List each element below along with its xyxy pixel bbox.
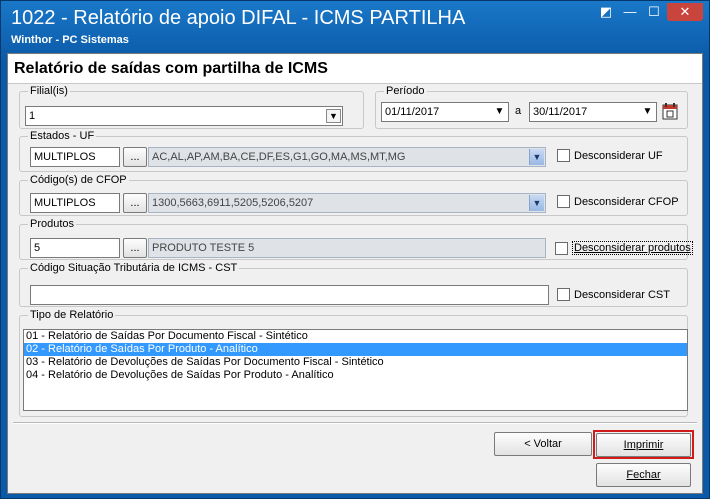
tipo-relatorio-list[interactable]: 01 - Relatório de Saídas Por Documento F… — [23, 329, 688, 411]
cfop-list-value: 1300,5663,6911,5205,5206,5207 — [152, 197, 314, 209]
periodo-legend: Período — [386, 85, 425, 97]
list-item[interactable]: 03 - Relatório de Devoluções de Saídas P… — [24, 356, 687, 369]
desconsiderar-uf-label: Desconsiderar UF — [574, 149, 663, 162]
minimize-icon[interactable]: — — [619, 3, 641, 21]
desconsiderar-cst-checkbox[interactable]: Desconsiderar CST — [557, 288, 670, 301]
filial-select[interactable]: 1 ▼ — [25, 106, 343, 126]
chevron-down-icon[interactable]: ▼ — [492, 104, 507, 120]
periodo-separator: a — [515, 105, 522, 117]
periodo-start-value: 01/11/2017 — [385, 106, 440, 118]
imprimir-label: Imprimir — [623, 439, 664, 451]
chevron-down-icon[interactable]: ▼ — [529, 195, 544, 211]
voltar-button[interactable]: < Voltar — [494, 432, 592, 456]
voltar-label: < Voltar — [524, 438, 562, 450]
filial-legend: Filial(is) — [30, 85, 68, 97]
window-title: 1022 - Relatório de apoio DIFAL - ICMS P… — [11, 7, 466, 29]
checkbox-box[interactable] — [555, 241, 568, 255]
tipo-relatorio-legend: Tipo de Relatório — [30, 309, 114, 321]
desconsiderar-produtos-checkbox[interactable]: Desconsiderar produtos — [555, 241, 693, 255]
desconsiderar-produtos-label: Desconsiderar produtos — [572, 241, 693, 255]
estados-list: AC,AL,AP,AM,BA,CE,DF,ES,G1,GO,MA,MS,MT,M… — [148, 147, 546, 167]
checkbox-box[interactable] — [557, 288, 570, 301]
periodo-end-input[interactable]: 30/11/2017 ▼ — [529, 102, 657, 122]
cst-legend: Código Situação Tributária de ICMS - CST — [30, 262, 238, 274]
list-item[interactable]: 04 - Relatório de Devoluções de Saídas P… — [24, 369, 687, 382]
produtos-input[interactable]: 5 — [30, 238, 120, 258]
checkbox-box[interactable] — [557, 149, 570, 162]
periodo-start-input[interactable]: 01/11/2017 ▼ — [381, 102, 509, 122]
restore-icon[interactable]: ◩ — [595, 3, 617, 21]
periodo-end-value: 30/11/2017 — [533, 106, 588, 118]
app-window: 1022 - Relatório de apoio DIFAL - ICMS P… — [0, 0, 710, 499]
maximize-icon[interactable]: ☐ — [643, 3, 665, 21]
chevron-down-icon[interactable]: ▼ — [326, 109, 341, 123]
chevron-down-icon[interactable]: ▼ — [529, 149, 544, 165]
close-icon[interactable]: ✕ — [667, 3, 703, 21]
divider — [13, 422, 697, 424]
client-area: Relatório de saídas com partilha de ICMS… — [7, 53, 703, 494]
list-item-selected[interactable]: 02 - Relatório de Saídas Por Produto - A… — [24, 343, 687, 356]
imprimir-button[interactable]: Imprimir — [596, 433, 691, 457]
desconsiderar-cst-label: Desconsiderar CST — [574, 288, 670, 301]
desconsiderar-cfop-label: Desconsiderar CFOP — [574, 195, 679, 208]
page-title: Relatório de saídas com partilha de ICMS — [14, 60, 328, 77]
cfop-legend: Código(s) de CFOP — [30, 174, 127, 186]
cfop-list: 1300,5663,6911,5205,5206,5207 ▼ — [148, 193, 546, 213]
fechar-button[interactable]: Fechar — [596, 463, 691, 487]
desconsiderar-cfop-checkbox[interactable]: Desconsiderar CFOP — [557, 195, 679, 208]
cst-input[interactable] — [30, 285, 549, 305]
estados-browse-button[interactable]: ... — [123, 147, 147, 167]
title-bar[interactable]: 1022 - Relatório de apoio DIFAL - ICMS P… — [1, 1, 709, 51]
chevron-down-icon[interactable]: ▼ — [640, 104, 655, 120]
header-panel: Relatório de saídas com partilha de ICMS — [8, 54, 702, 84]
estados-list-value: AC,AL,AP,AM,BA,CE,DF,ES,G1,GO,MA,MS,MT,M… — [152, 151, 406, 163]
estados-input[interactable]: MULTIPLOS — [30, 147, 120, 167]
window-controls: ◩ — ☐ ✕ — [595, 3, 703, 21]
filial-value: 1 — [29, 110, 36, 122]
desconsiderar-uf-checkbox[interactable]: Desconsiderar UF — [557, 149, 663, 162]
list-item[interactable]: 01 - Relatório de Saídas Por Documento F… — [24, 330, 687, 343]
produtos-description: PRODUTO TESTE 5 — [148, 238, 546, 258]
window-subtitle: Winthor - PC Sistemas — [11, 34, 129, 46]
cfop-browse-button[interactable]: ... — [123, 193, 147, 213]
produtos-legend: Produtos — [30, 218, 75, 230]
calendar-icon[interactable] — [662, 102, 678, 120]
fechar-label: Fechar — [626, 469, 661, 481]
checkbox-box[interactable] — [557, 195, 570, 208]
produtos-browse-button[interactable]: ... — [123, 238, 147, 258]
cfop-input[interactable]: MULTIPLOS — [30, 193, 120, 213]
estados-legend: Estados - UF — [30, 130, 95, 142]
